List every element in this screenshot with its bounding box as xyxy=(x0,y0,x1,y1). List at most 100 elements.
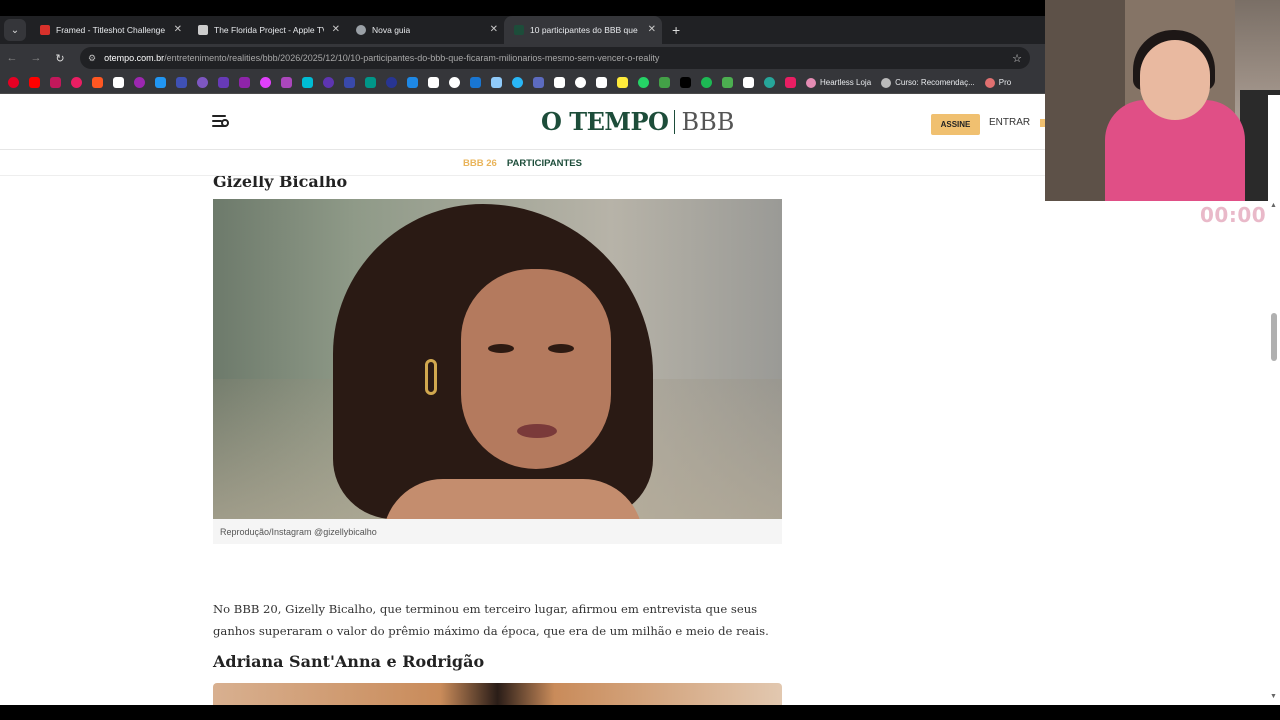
bookmark-favicon-icon[interactable] xyxy=(533,77,544,88)
bookmark-star-icon[interactable]: ☆ xyxy=(1012,52,1022,65)
bookmark-favicon-icon[interactable] xyxy=(113,77,124,88)
chrome-favicon-icon xyxy=(356,25,366,35)
framed-favicon-icon xyxy=(40,25,50,35)
tab-label: The Florida Project - Apple TV xyxy=(214,25,324,35)
scrollbar-thumb[interactable] xyxy=(1271,313,1277,361)
bookmark-label: Pro xyxy=(998,78,1012,87)
bottom-black-bar xyxy=(0,705,1280,720)
caption-text: Reprodução/Instagram @gizellybicalho xyxy=(220,526,377,537)
participant-photo xyxy=(213,199,782,519)
bookmark-favicon-icon[interactable] xyxy=(386,77,397,88)
bookmark-favicon-icon[interactable] xyxy=(260,77,271,88)
bookmark-favicon-icon[interactable] xyxy=(575,77,586,88)
bookmark-favicon-icon[interactable] xyxy=(71,77,82,88)
bookmark-favicon-icon[interactable] xyxy=(8,77,19,88)
tab-framed[interactable]: Framed - Titleshot Challenge ✕ xyxy=(30,16,188,44)
tab-otempo[interactable]: 10 participantes do BBB que fic ✕ xyxy=(504,16,662,44)
bookmark-favicon-icon[interactable] xyxy=(764,77,775,88)
bookmark-favicon-icon[interactable] xyxy=(449,77,460,88)
bookmark-favicon-icon[interactable] xyxy=(281,77,292,88)
brain-icon xyxy=(984,77,995,88)
bookmark-favicon-icon[interactable] xyxy=(638,77,649,88)
stream-timer: 00:00 xyxy=(1200,203,1267,227)
course-icon xyxy=(881,77,892,88)
bookmark-pro[interactable]: Pro xyxy=(984,77,1012,88)
tab-apple-tv[interactable]: The Florida Project - Apple TV ✕ xyxy=(188,16,346,44)
bookmark-favicon-icon[interactable] xyxy=(50,77,61,88)
bookmark-favicon-icon[interactable] xyxy=(701,77,712,88)
close-tab-icon[interactable]: ✕ xyxy=(332,24,340,35)
article-paragraph: No BBB 20, Gizelly Bicalho, que terminou… xyxy=(213,602,769,638)
apple-tv-favicon-icon xyxy=(198,25,208,35)
url-host: otempo.com.br xyxy=(104,53,165,63)
tab-label: 10 participantes do BBB que fic xyxy=(530,25,640,35)
section-name: BBB xyxy=(681,108,735,136)
bookmark-favicon-icon[interactable] xyxy=(155,77,166,88)
bookmark-favicon-icon[interactable] xyxy=(176,77,187,88)
bookmark-heartless-loja[interactable]: Heartless Loja xyxy=(806,77,872,88)
bookmark-favicon-icon[interactable] xyxy=(428,77,439,88)
close-tab-icon[interactable]: ✕ xyxy=(490,24,498,35)
bookmark-favicon-icon[interactable] xyxy=(617,77,628,88)
subnav-participantes-link[interactable]: PARTICIPANTES xyxy=(507,158,582,169)
bookmark-favicon-icon[interactable] xyxy=(344,77,355,88)
site-info-icon[interactable]: ⚙ xyxy=(88,53,96,64)
screen: ⌄ Framed - Titleshot Challenge ✕ The Flo… xyxy=(0,0,1280,720)
logo-divider xyxy=(674,109,676,134)
bookmark-favicon-icon[interactable] xyxy=(512,77,523,88)
reload-icon[interactable]: ↻ xyxy=(48,52,72,65)
bookmark-favicon-icon[interactable] xyxy=(29,77,40,88)
tab-label: Framed - Titleshot Challenge xyxy=(56,25,166,35)
bookmark-curso[interactable]: Curso: Recomendaç... xyxy=(881,77,975,88)
bookmark-favicon-icon[interactable] xyxy=(554,77,565,88)
address-bar: ← → ↻ ⚙ otempo.com.br /entretenimento/re… xyxy=(0,44,1045,72)
page-scrollbar[interactable] xyxy=(1268,95,1280,705)
bookmark-favicon-icon[interactable] xyxy=(722,77,733,88)
tab-nova-guia[interactable]: Nova guia ✕ xyxy=(346,16,504,44)
scroll-down-arrow-icon[interactable]: ▼ xyxy=(1270,693,1277,700)
forward-icon[interactable]: → xyxy=(24,52,48,64)
new-tab-button[interactable]: + xyxy=(672,22,680,38)
back-icon[interactable]: ← xyxy=(0,52,24,64)
url-path: /entretenimento/realities/bbb/2026/2025/… xyxy=(164,53,660,63)
bookmark-favicon-icon[interactable] xyxy=(197,77,208,88)
bookmark-favicon-icon[interactable] xyxy=(407,77,418,88)
site-logo[interactable]: O TEMPO BBB xyxy=(541,107,734,136)
section-subnav: BBB 26 PARTICIPANTES xyxy=(0,151,1045,176)
brand-name: O TEMPO xyxy=(541,107,669,136)
tab-search-chevron-icon[interactable]: ⌄ xyxy=(4,19,26,41)
scroll-up-arrow-icon[interactable]: ▲ xyxy=(1270,202,1277,209)
bookmark-favicon-icon[interactable] xyxy=(596,77,607,88)
close-tab-icon[interactable]: ✕ xyxy=(174,24,182,35)
url-input[interactable]: ⚙ otempo.com.br /entretenimento/realitie… xyxy=(80,47,1030,69)
bookmark-favicon-icon[interactable] xyxy=(470,77,481,88)
photo-caption: Reprodução/Instagram @gizellybicalho xyxy=(213,519,782,544)
subnav-bbb26-link[interactable]: BBB 26 xyxy=(463,158,497,169)
bookmark-favicon-icon[interactable] xyxy=(323,77,334,88)
tab-strip: ⌄ Framed - Titleshot Challenge ✕ The Flo… xyxy=(0,16,1045,44)
close-tab-icon[interactable]: ✕ xyxy=(648,24,656,35)
bookmark-favicon-icon[interactable] xyxy=(785,77,796,88)
bookmark-favicon-icon[interactable] xyxy=(134,77,145,88)
bookmark-favicon-icon[interactable] xyxy=(239,77,250,88)
participant-heading: Adriana Sant'Anna e Rodrigão xyxy=(213,652,485,671)
bookmark-label: Curso: Recomendaç... xyxy=(895,78,975,87)
bookmark-favicon-icon[interactable] xyxy=(680,77,691,88)
bookmark-favicon-icon[interactable] xyxy=(659,77,670,88)
otempo-favicon-icon xyxy=(514,25,524,35)
bookmark-label: Heartless Loja xyxy=(820,78,872,87)
subscribe-button[interactable]: ASSINE xyxy=(931,114,980,135)
bookmark-favicon-icon[interactable] xyxy=(302,77,313,88)
bookmark-favicon-icon[interactable] xyxy=(365,77,376,88)
bookmark-favicon-icon[interactable] xyxy=(491,77,502,88)
bookmark-favicon-icon[interactable] xyxy=(218,77,229,88)
menu-search-icon[interactable] xyxy=(212,115,232,131)
bookmarks-bar: Heartless Loja Curso: Recomendaç... Pro xyxy=(0,72,1045,94)
login-link[interactable]: ENTRAR xyxy=(989,117,1030,128)
bookmark-favicon-icon[interactable] xyxy=(92,77,103,88)
bookmark-favicon-icon[interactable] xyxy=(743,77,754,88)
site-header: O TEMPO BBB ASSINE ENTRAR xyxy=(0,95,1045,150)
webcam-overlay xyxy=(1045,0,1280,201)
tab-label: Nova guia xyxy=(372,25,411,35)
heart-icon xyxy=(806,77,816,88)
